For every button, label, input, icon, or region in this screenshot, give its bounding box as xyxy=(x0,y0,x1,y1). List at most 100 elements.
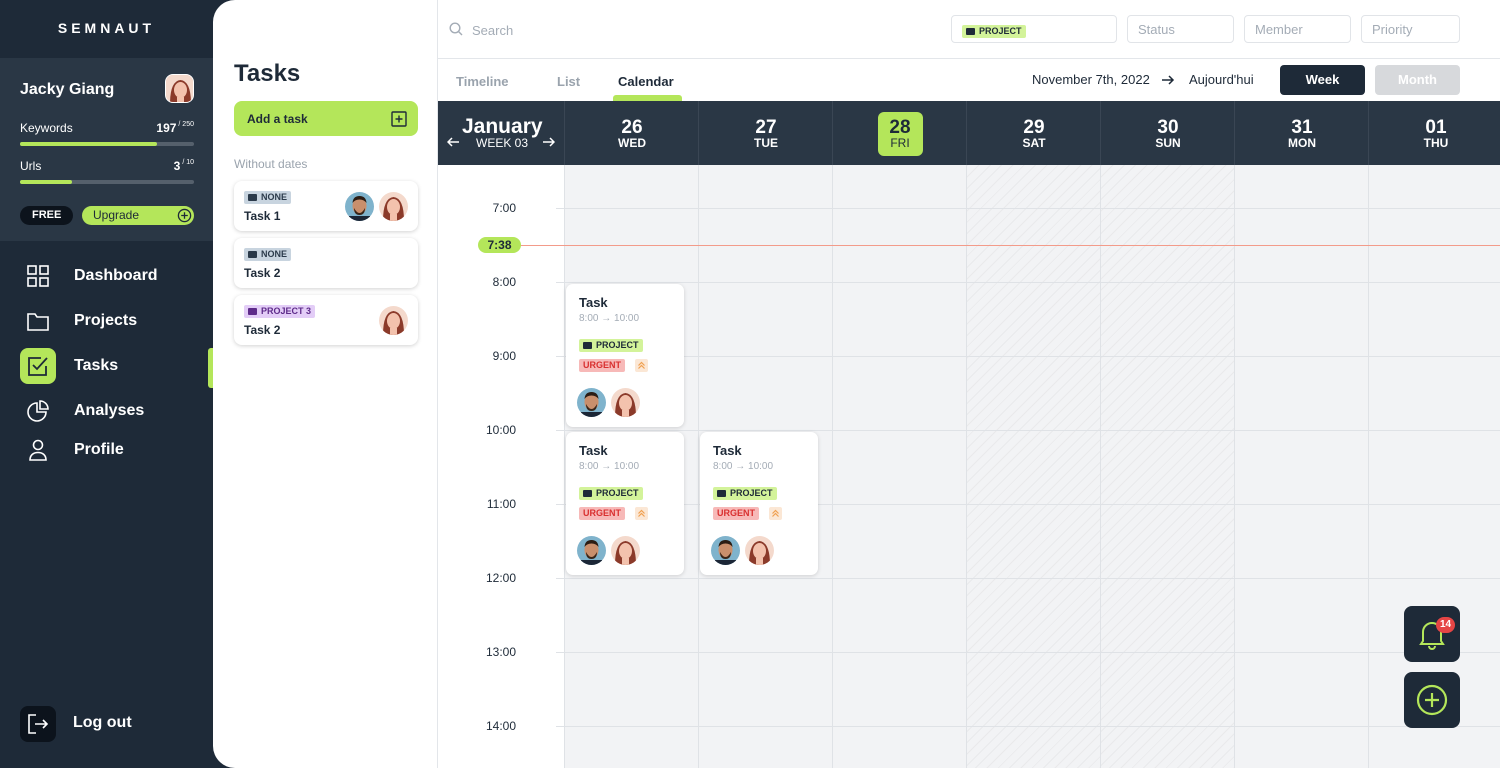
task-name: Task 2 xyxy=(244,323,281,337)
hour-label: 13:00 xyxy=(485,645,516,659)
day-header[interactable]: 29 SAT xyxy=(966,101,1100,165)
urls-progress xyxy=(20,180,194,184)
hour-line xyxy=(556,430,1500,431)
day-column[interactable] xyxy=(832,165,966,768)
calendar-header: January WEEK 03 26 WED 27 TUE 28 FRI 29 SAT … xyxy=(438,101,1500,165)
event-project-tag: PROJECT xyxy=(579,487,643,500)
time-column xyxy=(438,165,564,768)
logout-icon xyxy=(28,714,49,734)
week-view-button[interactable]: Week xyxy=(1280,65,1365,95)
tab-list[interactable]: List xyxy=(557,74,580,89)
task-tag: NONE xyxy=(244,248,292,261)
nav-profile[interactable]: Profile xyxy=(0,432,213,468)
search-icon xyxy=(449,22,463,36)
hour-label: 12:00 xyxy=(485,571,516,585)
upgrade-button[interactable]: Upgrade xyxy=(82,206,194,225)
add-task-label: Add a task xyxy=(247,112,308,126)
folder-icon xyxy=(248,308,257,315)
day-column[interactable] xyxy=(1234,165,1368,768)
day-header[interactable]: 31 MON xyxy=(1234,101,1368,165)
today-button[interactable]: Aujourd'hui xyxy=(1189,72,1254,87)
day-column-weekend[interactable] xyxy=(1100,165,1234,768)
nav-label: Analyses xyxy=(74,402,145,419)
search-input[interactable] xyxy=(472,19,772,41)
event-title: Task xyxy=(713,443,742,458)
hour-label: 10:00 xyxy=(485,423,516,437)
sidebar: SEMNAUT Jacky Giang Keywords 197/ 250 Ur… xyxy=(0,0,213,768)
logout-button[interactable] xyxy=(20,706,56,742)
user-icon xyxy=(20,432,56,468)
priority-filter[interactable]: Priority xyxy=(1361,15,1460,43)
user-avatar[interactable] xyxy=(165,74,194,103)
day-header[interactable]: 01 THU xyxy=(1368,101,1500,165)
task-card[interactable]: PROJECT 3 Task 2 xyxy=(234,295,418,345)
hour-label: 14:00 xyxy=(485,719,516,733)
upgrade-label: Upgrade xyxy=(93,208,140,222)
task-card[interactable]: NONE Task 2 xyxy=(234,238,418,288)
folder-icon xyxy=(20,303,56,339)
add-event-button[interactable] xyxy=(1404,672,1460,728)
hour-label: 8:00 xyxy=(492,275,516,289)
hour-line xyxy=(556,282,1500,283)
hour-line xyxy=(556,504,1500,505)
view-toolbar: Timeline List Calendar November 7th, 202… xyxy=(438,59,1500,101)
member-avatar xyxy=(577,388,606,417)
project-filter-tag: PROJECT xyxy=(962,25,1026,38)
day-header[interactable]: 26 WED xyxy=(564,101,698,165)
plan-badge: FREE xyxy=(20,206,74,225)
current-time-line xyxy=(518,245,1500,246)
member-avatar xyxy=(711,536,740,565)
nav-label: Tasks xyxy=(74,357,119,374)
logout-label[interactable]: Log out xyxy=(73,714,132,732)
nav-label: Dashboard xyxy=(74,267,158,284)
month-view-button[interactable]: Month xyxy=(1375,65,1460,95)
tab-timeline[interactable]: Timeline xyxy=(456,74,509,89)
calendar-event[interactable]: Task 8:00 → 10:00 PROJECT URGENT xyxy=(566,432,684,575)
hour-line xyxy=(556,726,1500,727)
tab-calendar[interactable]: Calendar xyxy=(618,74,674,89)
hour-line xyxy=(556,652,1500,653)
member-avatar xyxy=(577,536,606,565)
folder-icon xyxy=(583,490,592,497)
day-header-today[interactable]: 28 FRI xyxy=(832,101,966,165)
arrow-left-icon[interactable] xyxy=(447,136,460,148)
nav-dashboard[interactable]: Dashboard xyxy=(0,258,213,294)
tasks-panel: Tasks Add a task Without dates NONE Task… xyxy=(213,0,438,768)
status-filter[interactable]: Status xyxy=(1127,15,1234,43)
urls-value: 3/ 10 xyxy=(173,159,194,173)
arrow-right-icon[interactable] xyxy=(1161,74,1175,86)
event-title: Task xyxy=(579,443,608,458)
member-avatar xyxy=(379,306,408,335)
add-square-icon xyxy=(391,111,407,127)
calendar-grid: 7:00 8:00 9:00 10:00 11:00 12:00 13:00 1… xyxy=(438,165,1500,768)
notifications-button[interactable]: 14 xyxy=(1404,606,1460,662)
member-filter[interactable]: Member xyxy=(1244,15,1351,43)
checkbox-icon xyxy=(20,348,56,384)
hour-line xyxy=(556,356,1500,357)
grid-icon xyxy=(20,258,56,294)
current-time-badge: 7:38 xyxy=(478,237,521,253)
member-avatar xyxy=(745,536,774,565)
task-tag: PROJECT 3 xyxy=(244,305,316,318)
nav-analyses[interactable]: Analyses xyxy=(0,393,213,429)
day-header[interactable]: 30 SUN xyxy=(1100,101,1234,165)
calendar-event[interactable]: Task 8:00 → 10:00 PROJECT URGENT xyxy=(566,284,684,427)
arrow-right-icon[interactable] xyxy=(542,136,555,148)
without-dates-label: Without dates xyxy=(234,157,308,171)
event-project-tag: PROJECT xyxy=(713,487,777,500)
project-filter[interactable]: PROJECT xyxy=(951,15,1117,43)
keywords-label: Keywords xyxy=(20,121,73,135)
event-priority-tag: URGENT xyxy=(713,507,759,520)
day-column-weekend[interactable] xyxy=(966,165,1100,768)
day-header[interactable]: 27 TUE xyxy=(698,101,832,165)
nav-tasks[interactable]: Tasks xyxy=(0,348,213,388)
current-date: November 7th, 2022 xyxy=(1032,72,1150,87)
event-time: 8:00 → 10:00 xyxy=(579,313,640,324)
add-task-button[interactable]: Add a task xyxy=(234,101,418,136)
folder-icon xyxy=(248,251,257,258)
event-time: 8:00 → 10:00 xyxy=(713,461,774,472)
calendar-event[interactable]: Task 8:00 → 10:00 PROJECT URGENT xyxy=(700,432,818,575)
task-card[interactable]: NONE Task 1 xyxy=(234,181,418,231)
nav-projects[interactable]: Projects xyxy=(0,303,213,339)
keywords-value: 197/ 250 xyxy=(156,121,194,135)
